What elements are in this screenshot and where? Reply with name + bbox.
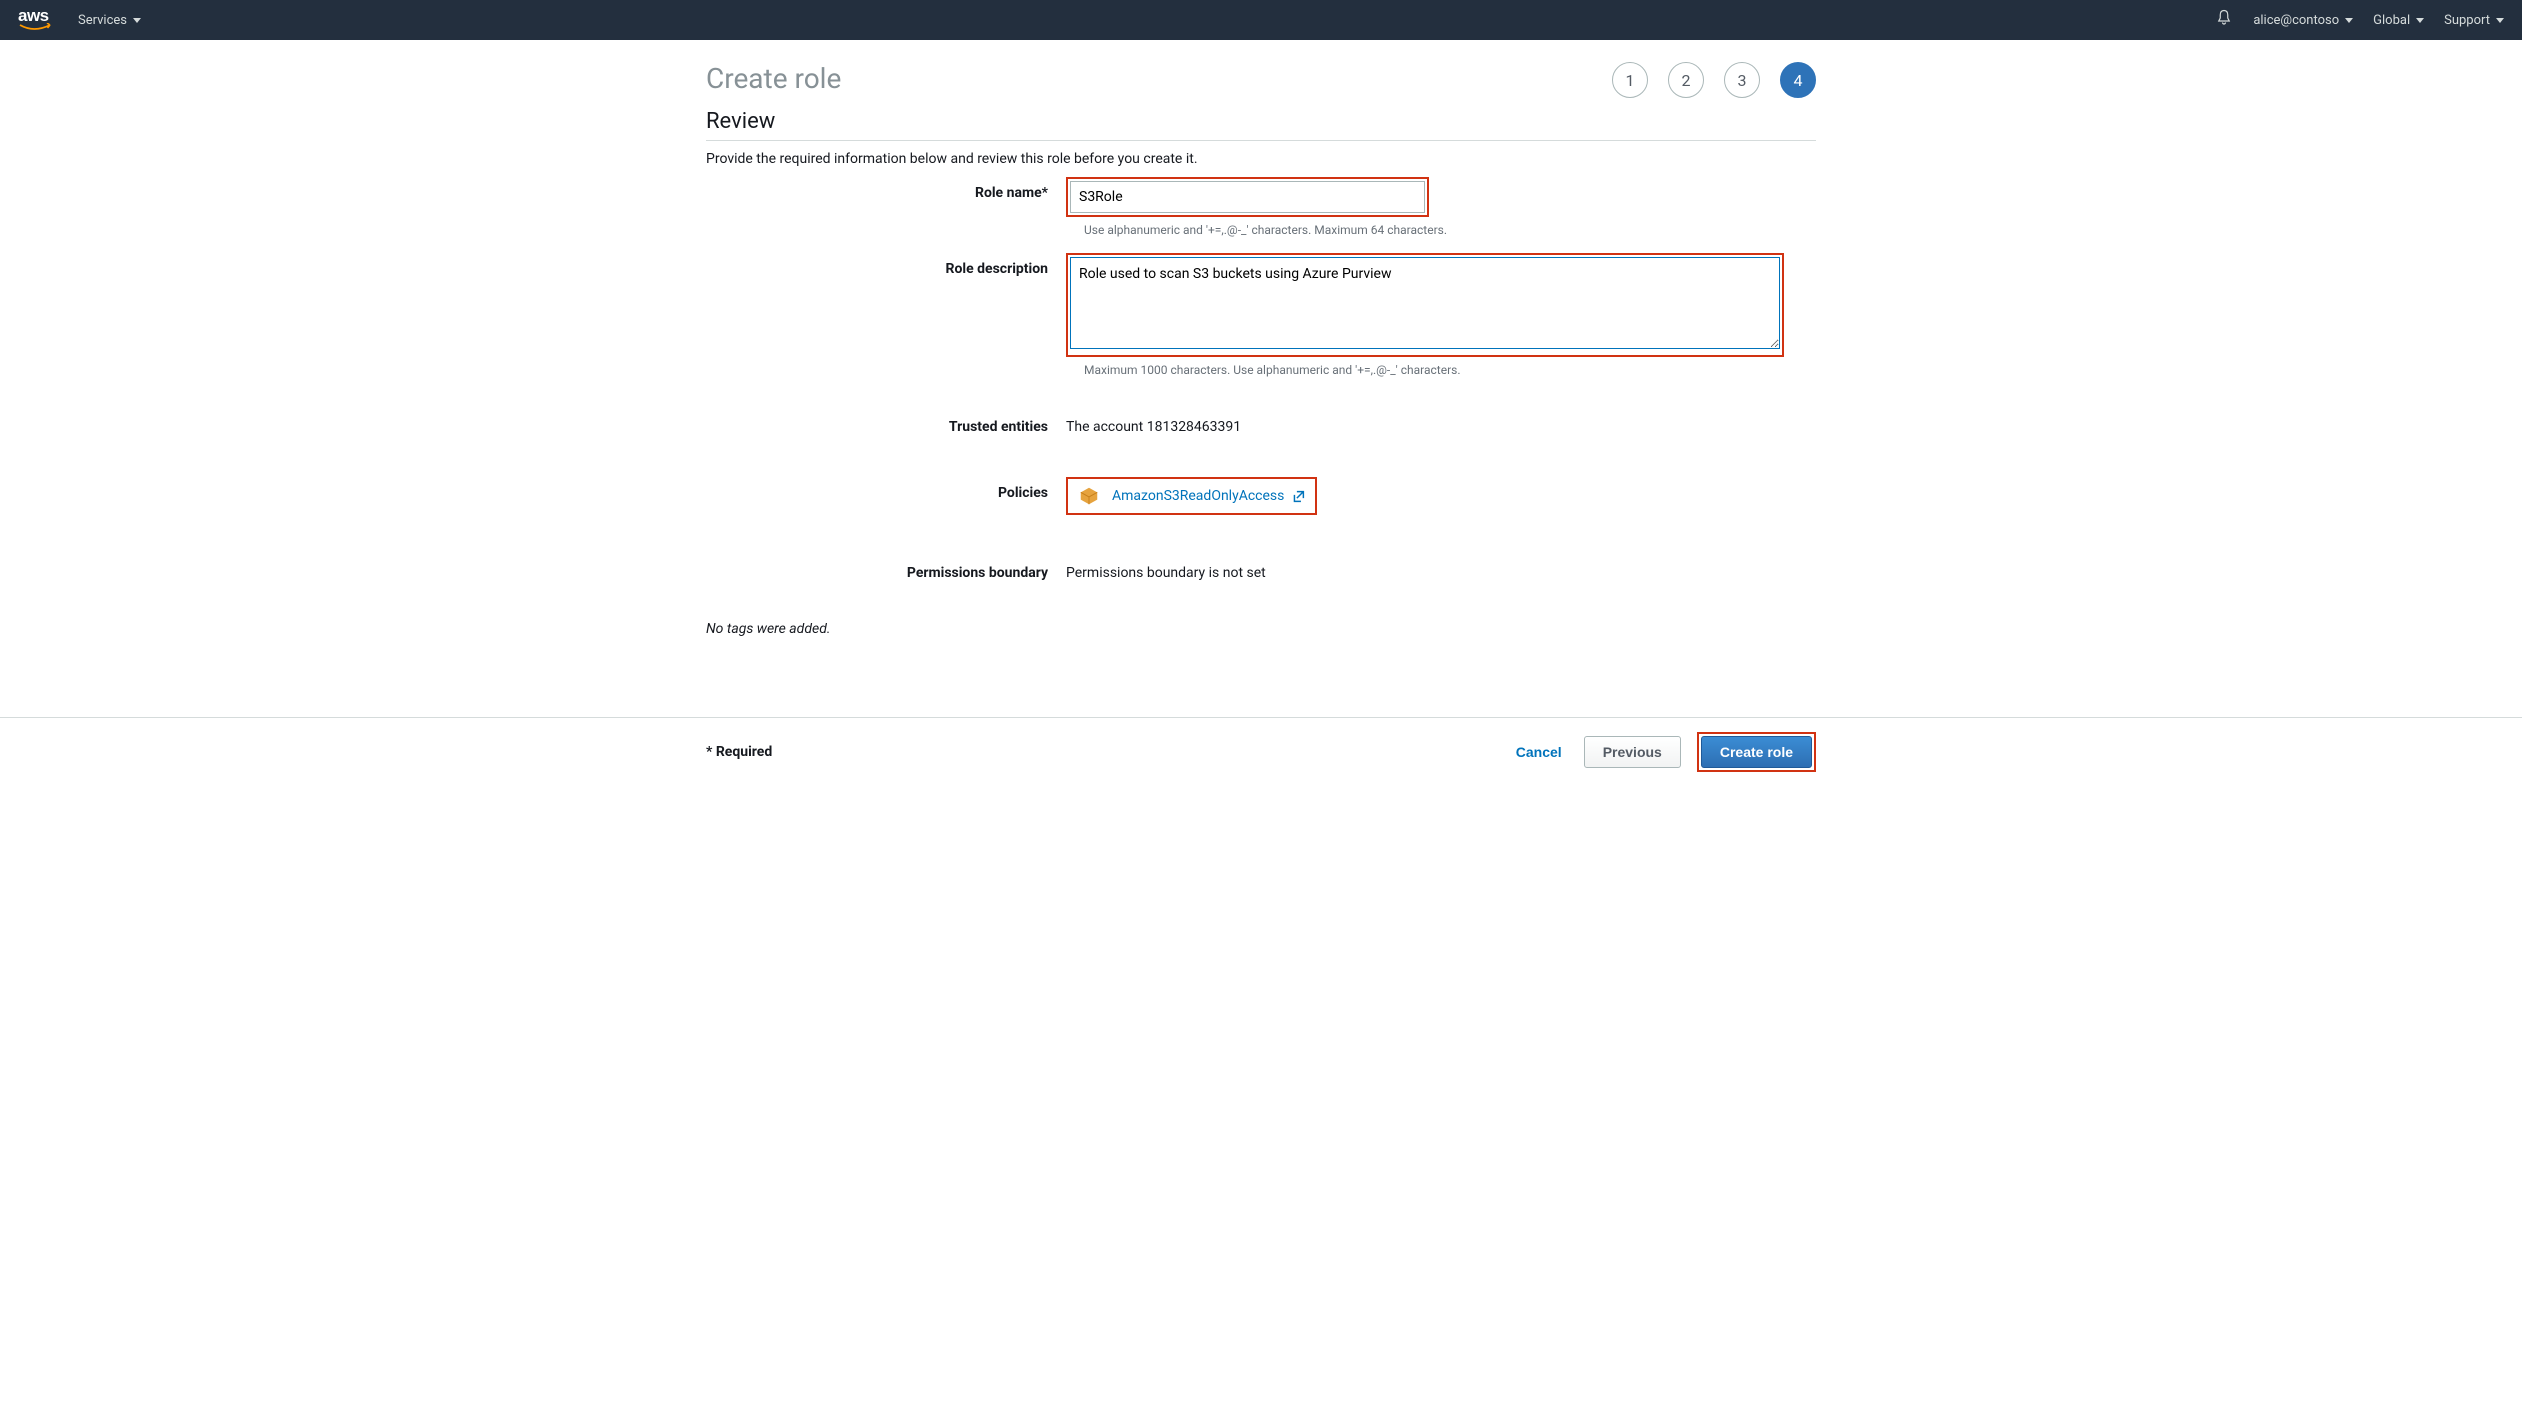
required-note: * Required xyxy=(706,744,772,760)
bell-icon xyxy=(2215,9,2233,27)
role-desc-label: Role description xyxy=(706,253,1066,277)
policies-label: Policies xyxy=(706,477,1066,501)
nav-services-label: Services xyxy=(78,13,127,28)
services-menu[interactable]: Services xyxy=(78,13,141,28)
policy-box-icon xyxy=(1078,485,1100,507)
region-menu[interactable]: Global xyxy=(2373,13,2424,28)
caret-down-icon xyxy=(2345,18,2353,23)
nav-support-label: Support xyxy=(2444,13,2490,28)
trusted-entities-value: The account 181328463391 xyxy=(1066,411,1816,435)
previous-button[interactable]: Previous xyxy=(1584,736,1681,768)
step-1[interactable]: 1 xyxy=(1612,62,1648,98)
policy-link[interactable]: AmazonS3ReadOnlyAccess xyxy=(1112,488,1305,504)
top-nav: aws Services alice@contoso Global xyxy=(0,0,2522,40)
permissions-boundary-label: Permissions boundary xyxy=(706,557,1066,581)
role-name-hint: Use alphanumeric and '+=,.@-_' character… xyxy=(1084,223,1816,237)
support-menu[interactable]: Support xyxy=(2444,13,2504,28)
external-link-icon xyxy=(1292,490,1305,503)
cancel-button[interactable]: Cancel xyxy=(1510,736,1568,768)
caret-down-icon xyxy=(2416,18,2424,23)
footer: * Required Cancel Previous Create role xyxy=(0,717,2522,786)
caret-down-icon xyxy=(133,18,141,23)
role-desc-hint: Maximum 1000 characters. Use alphanumeri… xyxy=(1084,363,1816,377)
caret-down-icon xyxy=(2496,18,2504,23)
nav-account-label: alice@contoso xyxy=(2253,13,2339,28)
step-4[interactable]: 4 xyxy=(1780,62,1816,98)
role-desc-input[interactable] xyxy=(1070,257,1780,349)
nav-region-label: Global xyxy=(2373,13,2410,28)
account-menu[interactable]: alice@contoso xyxy=(2253,13,2353,28)
policy-name: AmazonS3ReadOnlyAccess xyxy=(1112,488,1284,504)
step-3[interactable]: 3 xyxy=(1724,62,1760,98)
section-heading: Review xyxy=(706,109,1816,141)
main-content: Create role 1 2 3 4 Review Provide the r… xyxy=(706,40,1816,637)
no-tags-note: No tags were added. xyxy=(706,621,1816,637)
permissions-boundary-value: Permissions boundary is not set xyxy=(1066,557,1816,581)
trusted-entities-label: Trusted entities xyxy=(706,411,1066,435)
section-instructions: Provide the required information below a… xyxy=(706,151,1816,167)
notifications-button[interactable] xyxy=(2215,9,2233,31)
step-2[interactable]: 2 xyxy=(1668,62,1704,98)
step-indicator: 1 2 3 4 xyxy=(1612,62,1816,98)
aws-logo[interactable]: aws xyxy=(18,7,56,33)
role-name-input[interactable] xyxy=(1070,181,1425,213)
create-role-button[interactable]: Create role xyxy=(1701,736,1812,768)
role-name-label: Role name* xyxy=(706,177,1066,201)
